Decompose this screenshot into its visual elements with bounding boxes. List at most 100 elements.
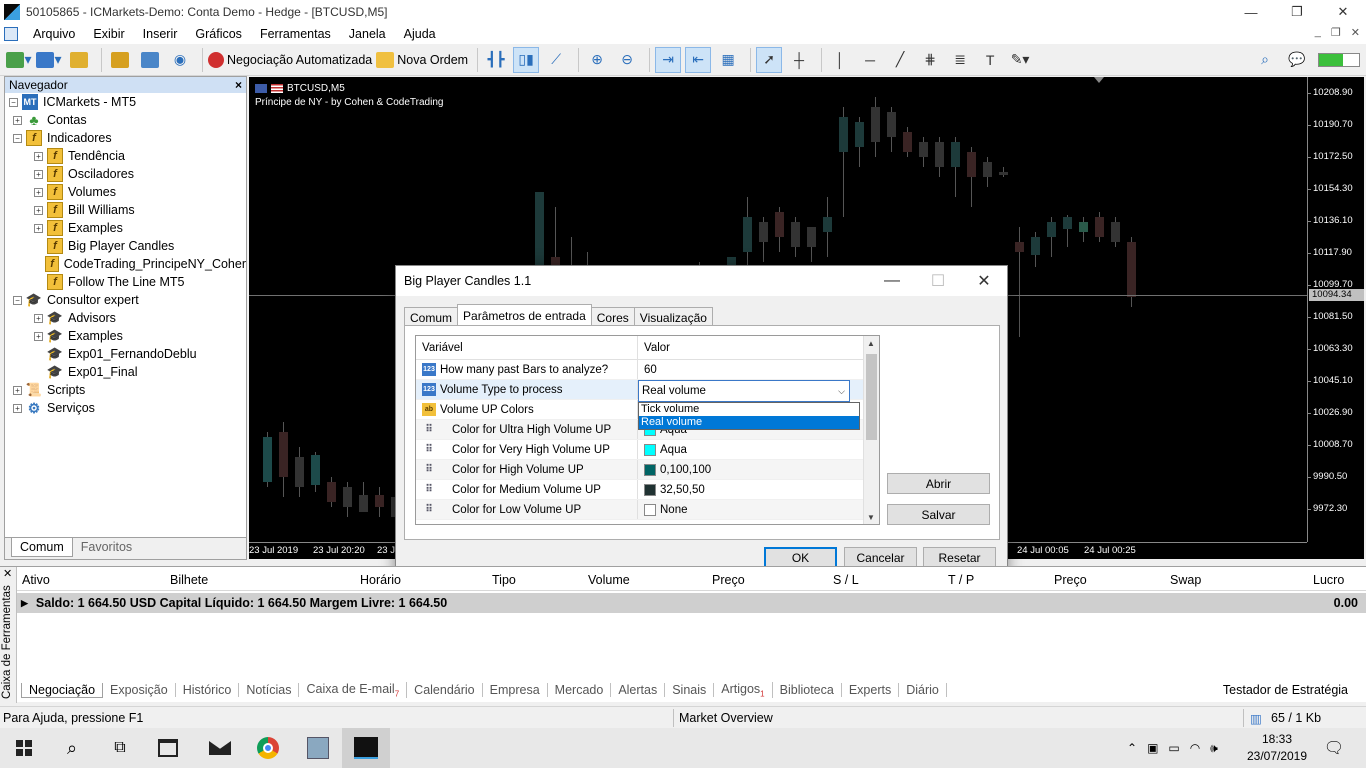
mdi-close-icon[interactable]: ✕ [1351, 26, 1360, 39]
crosshair-icon[interactable]: ┼ [786, 47, 812, 73]
candlestick-icon[interactable]: ▯▮ [513, 46, 540, 73]
save-button[interactable]: Salvar [887, 504, 990, 525]
tab-caixa-email[interactable]: Caixa de E-mail7 [299, 681, 408, 699]
param-value[interactable]: 60 [644, 364, 657, 376]
tree-item-indicadores[interactable]: − f Indicadores [5, 129, 246, 147]
tree-item-follow-the-line[interactable]: f Follow The Line MT5 [5, 273, 246, 291]
expand-icon[interactable]: + [34, 331, 43, 341]
start-button[interactable] [0, 728, 48, 768]
menu-arquivo[interactable]: Arquivo [24, 27, 84, 41]
tab-cores[interactable]: Cores [590, 307, 635, 326]
tree-item-examples-ea[interactable]: + 🎓 Examples [5, 327, 246, 345]
ok-button[interactable]: OK [764, 547, 837, 568]
navigator-close-icon[interactable]: × [235, 78, 242, 92]
tab-negociacao[interactable]: Negociação [21, 682, 104, 698]
tree-item-codetrading[interactable]: f CodeTrading_PrincipeNY_Coher [5, 255, 246, 273]
notifications-icon[interactable]: 🗨 [1310, 728, 1358, 768]
tab-noticias[interactable]: Notícias [239, 683, 300, 697]
chart-shift-icon[interactable]: ⇤ [685, 46, 712, 73]
tab-biblioteca[interactable]: Biblioteca [773, 683, 842, 697]
zoom-out-icon[interactable]: ⊖ [614, 47, 640, 73]
wifi-icon[interactable]: ◠ [1190, 741, 1200, 755]
tree-item-scripts[interactable]: + 📜 Scripts [5, 381, 246, 399]
mail-icon[interactable] [196, 728, 244, 768]
expand-icon[interactable]: + [34, 169, 43, 179]
col-ativo[interactable]: Ativo [22, 573, 50, 587]
tab-diario[interactable]: Diário [899, 683, 947, 697]
profiles-button[interactable]: ▾ [36, 47, 62, 73]
tree-item-bill-williams[interactable]: + f Bill Williams [5, 201, 246, 219]
col-horario[interactable]: Horário [360, 573, 401, 587]
tab-comum[interactable]: Comum [404, 307, 459, 326]
scroll-thumb[interactable] [866, 354, 877, 440]
cancel-button[interactable]: Cancelar [844, 547, 917, 568]
tab-historico[interactable]: Histórico [176, 683, 240, 697]
tree-item-exp01-final[interactable]: 🎓 Exp01_Final [5, 363, 246, 381]
new-chart-button[interactable]: ▾ [6, 47, 32, 73]
expand-icon[interactable]: + [34, 187, 43, 197]
system-clock[interactable]: 18:33 23/07/2019 [1246, 731, 1308, 765]
reset-button[interactable]: Resetar [923, 547, 996, 568]
minimize-button[interactable]: — [1228, 0, 1274, 24]
tab-sinais[interactable]: Sinais [665, 683, 715, 697]
volume-type-select[interactable]: Real volume ⌵ [638, 380, 850, 402]
expand-icon[interactable]: + [34, 223, 43, 233]
restore-button[interactable]: ❐ [1274, 0, 1320, 24]
tree-item-icmarkets[interactable]: − MT ICMarkets - MT5 [5, 93, 246, 111]
col-lucro[interactable]: Lucro [1313, 573, 1344, 587]
menu-ferramentas[interactable]: Ferramentas [251, 27, 340, 41]
tab-empresa[interactable]: Empresa [483, 683, 548, 697]
tab-artigos[interactable]: Artigos1 [714, 681, 773, 699]
volume-icon[interactable]: 🕪 [1210, 741, 1218, 756]
status-profile[interactable]: Market Overview [679, 711, 773, 725]
param-row[interactable]: ⠿ Color for Medium Volume UP 32,50,50 [416, 480, 879, 500]
expand-icon[interactable]: + [34, 205, 43, 215]
fibonacci-icon[interactable]: ⋕ [917, 47, 943, 73]
task-view-icon[interactable]: ⧉ [96, 728, 144, 768]
chart-window-icon[interactable] [4, 27, 18, 41]
collapse-icon[interactable]: − [13, 133, 22, 143]
tab-exposicao[interactable]: Exposição [103, 683, 176, 697]
tree-item-tendencia[interactable]: + f Tendência [5, 147, 246, 165]
tab-mercado[interactable]: Mercado [548, 683, 612, 697]
auto-trading-button[interactable]: Negociação Automatizada [208, 47, 372, 73]
mdi-minimize-icon[interactable]: _ [1315, 26, 1321, 39]
tree-item-examples[interactable]: + f Examples [5, 219, 246, 237]
scroll-up-icon[interactable]: ▲ [867, 339, 875, 348]
zoom-in-icon[interactable]: ⊕ [584, 47, 610, 73]
col-tp[interactable]: T / P [948, 573, 974, 587]
store-icon[interactable] [144, 728, 192, 768]
trendline-icon[interactable]: ╱ [887, 47, 913, 73]
param-row[interactable]: ⠿ Color for Very High Volume UP Aqua [416, 440, 879, 460]
open-button[interactable]: Abrir [887, 473, 990, 494]
strategy-tester-tab[interactable]: Testador de Estratégia [1223, 683, 1348, 697]
expand-icon[interactable]: + [13, 115, 22, 125]
param-row[interactable]: ⠿ Color for Low Volume UP None [416, 500, 879, 520]
expand-icon[interactable]: + [34, 151, 43, 161]
tab-visualizacao[interactable]: Visualização [633, 307, 713, 326]
shapes-icon[interactable]: ✎▾ [1007, 47, 1033, 73]
dialog-minimize-icon[interactable]: — [869, 266, 915, 296]
equidistant-icon[interactable]: ≣ [947, 47, 973, 73]
horizontal-line-icon[interactable]: ─ [857, 47, 883, 73]
menu-ajuda[interactable]: Ajuda [395, 27, 445, 41]
chrome-icon[interactable] [244, 728, 292, 768]
tab-comum[interactable]: Comum [11, 538, 73, 557]
market-watch-icon[interactable] [66, 47, 92, 73]
templates-icon[interactable]: ▦ [715, 47, 741, 73]
chevron-up-icon[interactable]: ⌃ [1127, 741, 1137, 755]
search-icon[interactable]: ⌕ [1252, 47, 1278, 73]
close-button[interactable]: ✕ [1320, 0, 1366, 24]
tab-alertas[interactable]: Alertas [611, 683, 666, 697]
param-row[interactable]: 123 How many past Bars to analyze? 60 [416, 360, 879, 380]
autoscroll-icon[interactable]: ⇥ [655, 46, 682, 73]
param-value[interactable]: 0,100,100 [660, 464, 711, 476]
param-value[interactable]: Aqua [660, 444, 687, 456]
chart-shift-marker-icon[interactable] [1094, 77, 1104, 83]
param-value[interactable]: None [660, 504, 688, 516]
menu-janela[interactable]: Janela [340, 27, 395, 41]
tree-item-volumes[interactable]: + f Volumes [5, 183, 246, 201]
expand-icon[interactable]: + [13, 385, 22, 395]
tab-favoritos[interactable]: Favoritos [73, 538, 140, 556]
tree-item-big-player-candles[interactable]: f Big Player Candles [5, 237, 246, 255]
